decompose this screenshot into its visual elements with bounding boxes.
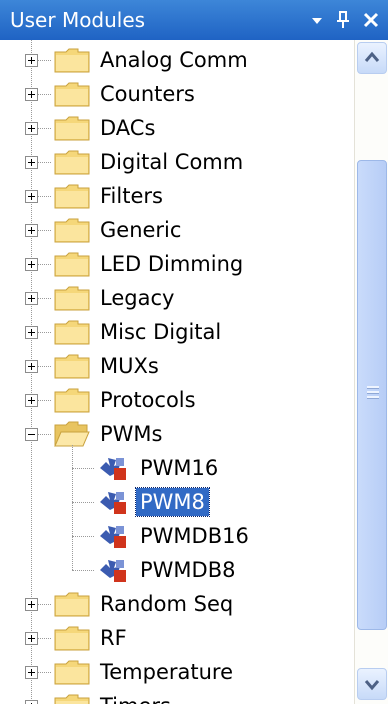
- panel-title-bar[interactable]: User Modules: [0, 0, 388, 40]
- expand-icon[interactable]: [25, 598, 38, 611]
- pin-icon[interactable]: [332, 9, 354, 31]
- tree-node-label: Digital Comm: [100, 150, 244, 174]
- folder-open-icon: [54, 421, 90, 447]
- tree-node-label: Legacy: [100, 286, 175, 310]
- folder-icon: [54, 319, 90, 345]
- tree-node-folder[interactable]: Legacy: [0, 281, 350, 315]
- tree-node-folder[interactable]: LED Dimming: [0, 247, 350, 281]
- grip-line: [367, 396, 379, 399]
- tree-node-label-selected: PWM8: [135, 487, 210, 517]
- user-modules-tree[interactable]: Analog Comm Counters DACs Digital Comm Filte…: [0, 40, 350, 704]
- folder-icon: [54, 353, 90, 379]
- tree-node-folder[interactable]: Counters: [0, 77, 350, 111]
- tree-node-folder[interactable]: DACs: [0, 111, 350, 145]
- grip-line: [367, 386, 379, 389]
- folder-icon: [54, 659, 90, 685]
- tree-node-folder[interactable]: Analog Comm: [0, 43, 350, 77]
- expand-icon[interactable]: [25, 224, 38, 237]
- tree-node-folder[interactable]: Temperature: [0, 655, 350, 689]
- tree-node-module[interactable]: PWMDB16: [0, 519, 350, 553]
- tree-guide-line: [72, 570, 94, 571]
- tree-node-module[interactable]: PWM16: [0, 451, 350, 485]
- tree-node-label: Random Seq: [100, 592, 234, 616]
- tree-node-folder[interactable]: Filters: [0, 179, 350, 213]
- folder-icon: [54, 81, 90, 107]
- collapse-icon[interactable]: [25, 428, 38, 441]
- folder-icon: [54, 251, 90, 277]
- user-module-icon: [96, 556, 130, 584]
- tree-node-label: Analog Comm: [100, 48, 248, 72]
- tree-guide-line: [72, 536, 94, 537]
- dropdown-icon[interactable]: [306, 9, 328, 31]
- chevron-up-icon: [364, 51, 380, 62]
- tree-node-folder[interactable]: Misc Digital: [0, 315, 350, 349]
- tree-guide-line: [72, 468, 94, 469]
- expand-icon[interactable]: [25, 360, 38, 373]
- grip-line: [367, 391, 379, 394]
- tree-node-label: Misc Digital: [100, 320, 222, 344]
- expand-icon[interactable]: [25, 122, 38, 135]
- expand-icon[interactable]: [25, 156, 38, 169]
- panel-title: User Modules: [10, 8, 146, 32]
- tree-node-label: LED Dimming: [100, 252, 244, 276]
- user-module-icon: [96, 454, 130, 482]
- expand-icon[interactable]: [25, 394, 38, 407]
- tree-node-label: Generic: [100, 218, 182, 242]
- tree-node-label: Temperature: [100, 660, 234, 684]
- tree-node-label: Protocols: [100, 388, 196, 412]
- vertical-scrollbar[interactable]: [354, 40, 388, 704]
- folder-icon: [54, 625, 90, 651]
- expand-icon[interactable]: [25, 190, 38, 203]
- tree-node-label: PWMDB8: [140, 558, 236, 582]
- tree-node-label: Filters: [100, 184, 163, 208]
- expand-icon[interactable]: [25, 292, 38, 305]
- folder-icon: [54, 115, 90, 141]
- tree-node-label: PWMs: [100, 422, 163, 446]
- user-module-icon: [96, 488, 130, 516]
- tree-node-folder[interactable]: Random Seq: [0, 587, 350, 621]
- scroll-up-button[interactable]: [357, 42, 387, 74]
- expand-icon[interactable]: [25, 666, 38, 679]
- tree-node-module[interactable]: PWM8: [0, 485, 350, 519]
- tree-node-folder[interactable]: MUXs: [0, 349, 350, 383]
- tree-node-folder[interactable]: RF: [0, 621, 350, 655]
- folder-icon: [54, 285, 90, 311]
- scroll-down-button[interactable]: [357, 668, 387, 700]
- expand-icon[interactable]: [25, 88, 38, 101]
- folder-icon: [54, 217, 90, 243]
- tree-node-label: DACs: [100, 116, 156, 140]
- tree-node-folder[interactable]: PWMs: [0, 417, 350, 451]
- expand-icon[interactable]: [25, 632, 38, 645]
- folder-icon: [54, 183, 90, 209]
- expand-icon[interactable]: [25, 700, 38, 704]
- tree-node-folder[interactable]: Digital Comm: [0, 145, 350, 179]
- user-module-icon: [96, 522, 130, 550]
- tree-node-folder[interactable]: Protocols: [0, 383, 350, 417]
- folder-icon: [54, 693, 90, 704]
- scroll-thumb[interactable]: [357, 160, 387, 630]
- expand-icon[interactable]: [25, 54, 38, 67]
- tree-guide-line: [72, 502, 94, 503]
- tree-node-folder[interactable]: Timers: [0, 689, 350, 704]
- folder-icon: [54, 591, 90, 617]
- folder-icon: [54, 387, 90, 413]
- tree-node-label: Timers: [100, 692, 171, 704]
- tree-node-module[interactable]: PWMDB8: [0, 553, 350, 587]
- folder-icon: [54, 47, 90, 73]
- folder-icon: [54, 149, 90, 175]
- tree-node-folder[interactable]: Generic: [0, 213, 350, 247]
- close-icon[interactable]: [360, 9, 382, 31]
- tree-node-label: RF: [100, 626, 127, 650]
- tree-node-label: MUXs: [100, 354, 159, 378]
- tree-node-label: PWMDB16: [140, 524, 249, 548]
- tree-node-label: PWM16: [140, 456, 219, 480]
- expand-icon[interactable]: [25, 326, 38, 339]
- expand-icon[interactable]: [25, 258, 38, 271]
- tree-node-label: Counters: [100, 82, 195, 106]
- chevron-down-icon: [364, 680, 380, 691]
